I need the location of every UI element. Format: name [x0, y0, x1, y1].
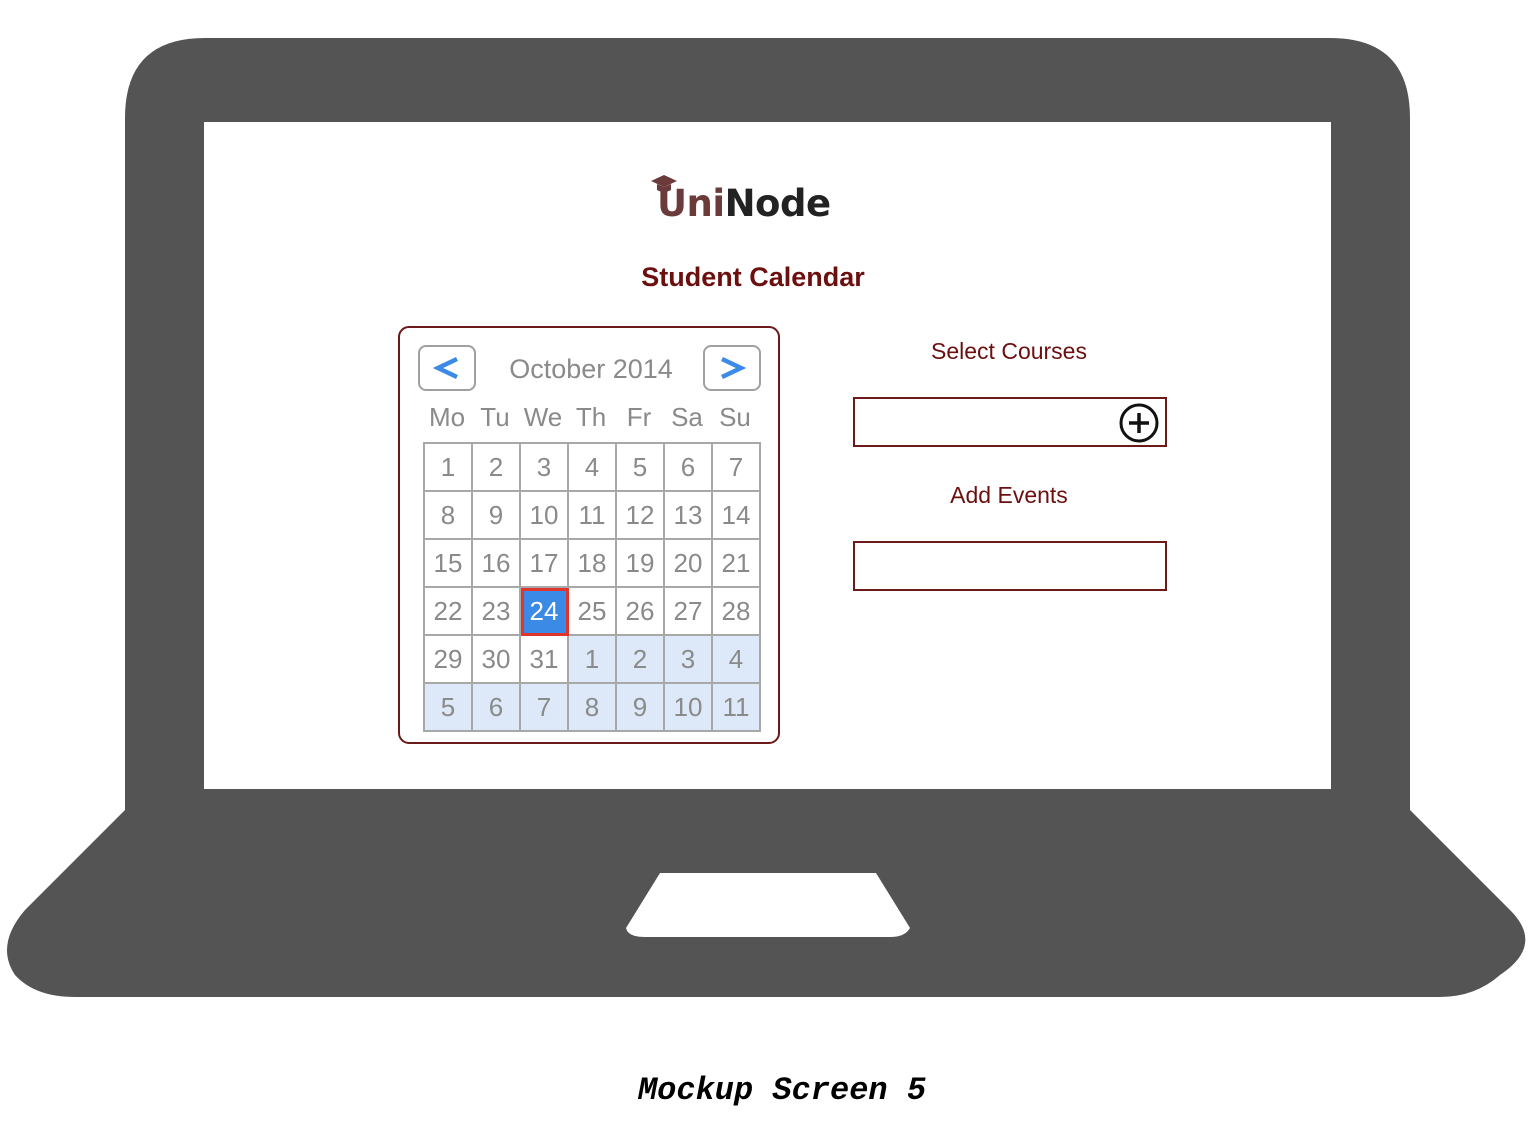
- calendar-day[interactable]: 7: [713, 444, 761, 492]
- select-courses-field[interactable]: [853, 397, 1167, 447]
- calendar-day[interactable]: 29: [425, 636, 473, 684]
- calendar-day[interactable]: 13: [665, 492, 713, 540]
- calendar-day-grid: 1 2 3 4 5 6 7 8 9 10 11 12 13 14 15 16 1…: [423, 442, 761, 732]
- prev-month-button[interactable]: [418, 345, 476, 391]
- calendar-day[interactable]: 20: [665, 540, 713, 588]
- month-year-label: October 2014: [509, 354, 673, 384]
- calendar-day-next-month[interactable]: 9: [617, 684, 665, 732]
- weekday-label: Sa: [671, 402, 703, 432]
- calendar-day[interactable]: 12: [617, 492, 665, 540]
- calendar-day-next-month[interactable]: 11: [713, 684, 761, 732]
- trackpad: [626, 873, 910, 937]
- calendar-day[interactable]: 3: [521, 444, 569, 492]
- calendar-day[interactable]: 17: [521, 540, 569, 588]
- calendar-day[interactable]: 18: [569, 540, 617, 588]
- add-events-field[interactable]: [853, 541, 1167, 591]
- page-title: Student Calendar: [641, 262, 865, 292]
- calendar-day[interactable]: 8: [425, 492, 473, 540]
- calendar-day[interactable]: 6: [665, 444, 713, 492]
- calendar-day[interactable]: 30: [473, 636, 521, 684]
- mockup-caption: Mockup Screen 5: [637, 1072, 927, 1109]
- calendar-day-next-month[interactable]: 4: [713, 636, 761, 684]
- weekday-label: Tu: [480, 402, 510, 432]
- logo-uni-text: Uni: [657, 182, 725, 225]
- calendar-day[interactable]: 22: [425, 588, 473, 636]
- calendar-day[interactable]: 4: [569, 444, 617, 492]
- calendar-day[interactable]: 21: [713, 540, 761, 588]
- calendar-day[interactable]: 28: [713, 588, 761, 636]
- select-courses-label: Select Courses: [931, 338, 1087, 364]
- calendar-day[interactable]: 25: [569, 588, 617, 636]
- chevron-left-icon: [432, 356, 458, 380]
- calendar-day-selected[interactable]: 24: [521, 588, 569, 636]
- calendar-day[interactable]: 14: [713, 492, 761, 540]
- calendar-day-next-month[interactable]: 2: [617, 636, 665, 684]
- calendar-day-next-month[interactable]: 6: [473, 684, 521, 732]
- chevron-right-icon: [721, 356, 747, 380]
- calendar-widget: October 2014 Mo Tu We Th Fr Sa Su 1 2 3 …: [398, 326, 780, 744]
- calendar-day[interactable]: 1: [425, 444, 473, 492]
- calendar-day[interactable]: 9: [473, 492, 521, 540]
- calendar-day[interactable]: 2: [473, 444, 521, 492]
- calendar-day[interactable]: 10: [521, 492, 569, 540]
- calendar-day-next-month[interactable]: 7: [521, 684, 569, 732]
- calendar-day-next-month[interactable]: 3: [665, 636, 713, 684]
- weekday-header: Mo Tu We Th Fr Sa Su: [423, 402, 761, 433]
- calendar-day-next-month[interactable]: 10: [665, 684, 713, 732]
- weekday-label: Fr: [626, 402, 652, 432]
- next-month-button[interactable]: [703, 345, 761, 391]
- app-screen: UniNode Student Calendar October 2014 Mo…: [204, 122, 1331, 789]
- calendar-day-next-month[interactable]: 8: [569, 684, 617, 732]
- calendar-day[interactable]: 31: [521, 636, 569, 684]
- weekday-label: Mo: [428, 402, 466, 432]
- add-events-label: Add Events: [950, 482, 1068, 508]
- weekday-label: Su: [719, 402, 751, 432]
- calendar-day[interactable]: 23: [473, 588, 521, 636]
- weekday-label: Th: [575, 402, 607, 432]
- calendar-day-next-month[interactable]: 1: [569, 636, 617, 684]
- logo-node-text: Node: [724, 182, 831, 225]
- calendar-day-next-month[interactable]: 5: [425, 684, 473, 732]
- calendar-day[interactable]: 5: [617, 444, 665, 492]
- calendar-day[interactable]: 19: [617, 540, 665, 588]
- weekday-label: We: [523, 402, 563, 432]
- calendar-day[interactable]: 27: [665, 588, 713, 636]
- calendar-day[interactable]: 11: [569, 492, 617, 540]
- calendar-day[interactable]: 15: [425, 540, 473, 588]
- calendar-day[interactable]: 16: [473, 540, 521, 588]
- uninode-logo: UniNode: [649, 174, 869, 234]
- calendar-day[interactable]: 26: [617, 588, 665, 636]
- plus-circle-icon[interactable]: [1117, 401, 1161, 445]
